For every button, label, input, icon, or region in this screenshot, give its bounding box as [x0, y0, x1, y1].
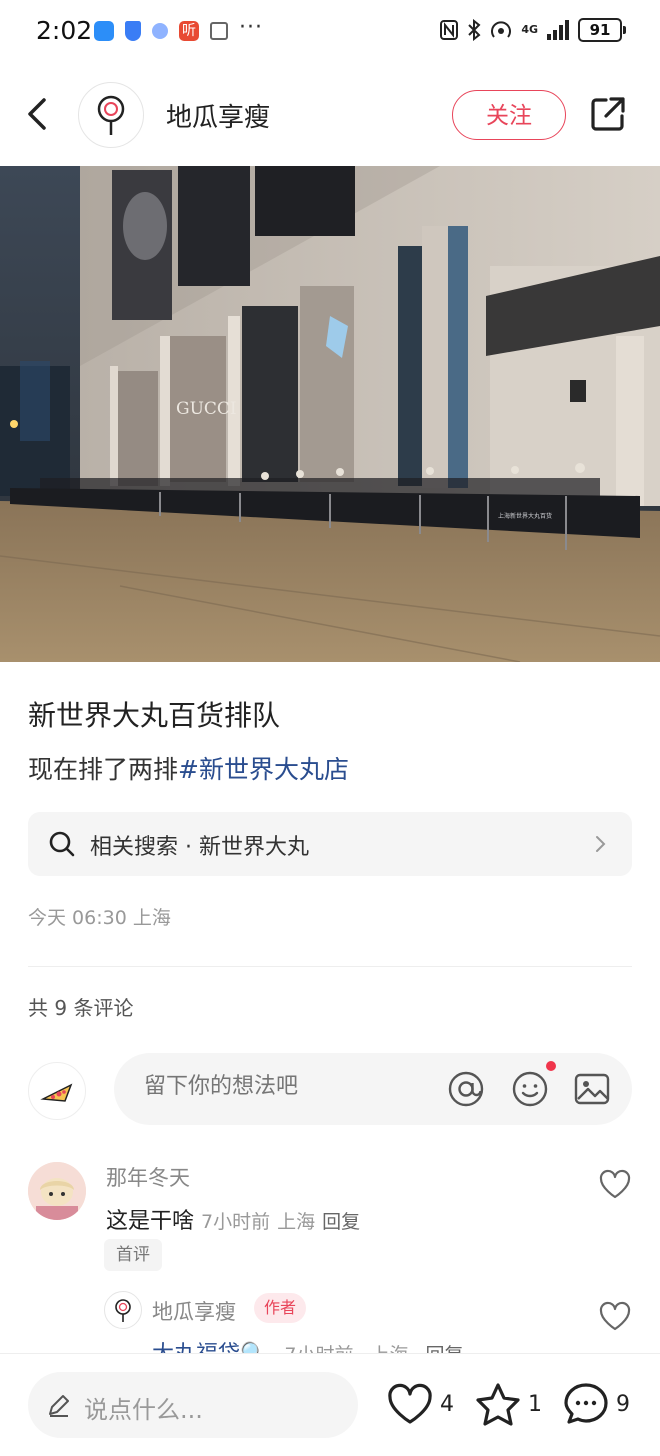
scan-icon [210, 22, 228, 40]
status-notification-icons: 听 ··· [94, 15, 263, 41]
network-type: 4G [521, 23, 538, 36]
image-icon[interactable] [574, 1071, 610, 1107]
post-location: 上海 [132, 907, 171, 929]
more-notifications-icon: ··· [239, 14, 263, 40]
chevron-right-icon [596, 836, 606, 852]
author-badge: 作者 [254, 1293, 307, 1323]
photo-queue-gucci-store: GUCCI 上海新世界大丸百货 [0, 166, 660, 662]
comment-count: 共 9 条评论 [28, 996, 134, 1020]
like-action[interactable]: 4 [386, 1380, 454, 1428]
at-mention-icon[interactable] [448, 1071, 484, 1107]
heart-icon[interactable] [598, 1300, 632, 1332]
comment-text-row: 这是干啥 7小时前 上海 回复 [106, 1203, 360, 1235]
status-system-icons: 4G 91 [439, 18, 626, 42]
commenter-avatar[interactable] [28, 1162, 86, 1220]
comment-input[interactable] [142, 1073, 436, 1100]
comment-text: 这是干啥 [106, 1209, 195, 1234]
lollipop-icon [115, 1299, 131, 1322]
say-something-placeholder: 说点什么... [84, 1396, 203, 1424]
collect-count: 1 [528, 1391, 542, 1417]
heart-icon[interactable] [598, 1168, 632, 1200]
bottom-action-bar: 说点什么... 4 1 9 [0, 1354, 660, 1456]
pizza-icon [40, 1083, 73, 1102]
post-time: 今天 06:30 [28, 907, 127, 929]
battery-indicator: 91 [578, 18, 626, 42]
cartoon-avatar-icon [28, 1162, 86, 1220]
post-photo[interactable]: GUCCI 上海新世界大丸百货 [0, 166, 660, 662]
like-count: 4 [440, 1391, 454, 1417]
author-name[interactable]: 地瓜享瘦 [166, 97, 270, 134]
related-search-text: 相关搜索 · 新世界大丸 [90, 835, 309, 860]
hotspot-icon [491, 21, 512, 38]
reply-author-avatar[interactable] [104, 1291, 142, 1329]
emoji-new-dot [546, 1061, 556, 1071]
collect-action[interactable]: 1 [474, 1380, 542, 1428]
person-app-icon [152, 23, 168, 39]
comment-reply-button[interactable]: 回复 [322, 1211, 360, 1233]
post-body: 现在排了两排#新世界大丸店 [28, 750, 349, 786]
lollipop-icon [97, 95, 125, 135]
heart-icon [388, 1383, 432, 1424]
post-header: 地瓜享瘦 关注 [0, 64, 660, 166]
comment-total: 9 [616, 1391, 630, 1417]
related-search-bar[interactable]: 相关搜索 · 新世界大丸 [28, 812, 632, 876]
comment-location: 上海 [277, 1211, 316, 1233]
message-app-icon [94, 21, 114, 41]
divider [28, 966, 632, 967]
share-icon[interactable] [588, 94, 628, 134]
follow-button[interactable]: 关注 [452, 90, 566, 140]
search-icon [49, 831, 75, 857]
my-avatar[interactable] [28, 1062, 86, 1120]
bluetooth-icon [468, 19, 481, 41]
status-bar: 2:02 听 ··· 4G 91 [0, 0, 660, 64]
star-icon [476, 1383, 520, 1426]
nfc-icon [440, 20, 459, 40]
pencil-icon [49, 1395, 69, 1417]
listen-app-icon: 听 [179, 21, 199, 41]
comment-time: 7小时前 [201, 1211, 271, 1233]
comment-input-box[interactable] [114, 1053, 632, 1125]
barrier-text: 上海新世界大丸百货 [498, 512, 552, 520]
comment-action[interactable]: 9 [562, 1380, 630, 1428]
post-title: 新世界大丸百货排队 [28, 699, 281, 732]
status-time: 2:02 [36, 16, 93, 45]
reply-author-name[interactable]: 地瓜享瘦 [152, 1296, 236, 1326]
post-meta: 今天 06:30 上海 [28, 903, 171, 930]
post-body-text: 现在排了两排 [28, 755, 179, 784]
author-avatar[interactable] [78, 82, 144, 148]
post-hashtag[interactable]: #新世界大丸店 [178, 755, 349, 784]
shield-icon [125, 21, 141, 41]
commenter-name[interactable]: 那年冬天 [106, 1162, 190, 1192]
emoji-icon[interactable] [512, 1071, 548, 1107]
first-comment-badge: 首评 [104, 1239, 162, 1271]
signal-icon [547, 20, 569, 40]
comment-bubble-icon [564, 1383, 608, 1424]
back-icon[interactable] [18, 90, 58, 138]
gucci-sign: GUCCI [176, 399, 237, 419]
say-something-input[interactable]: 说点什么... [28, 1372, 358, 1438]
